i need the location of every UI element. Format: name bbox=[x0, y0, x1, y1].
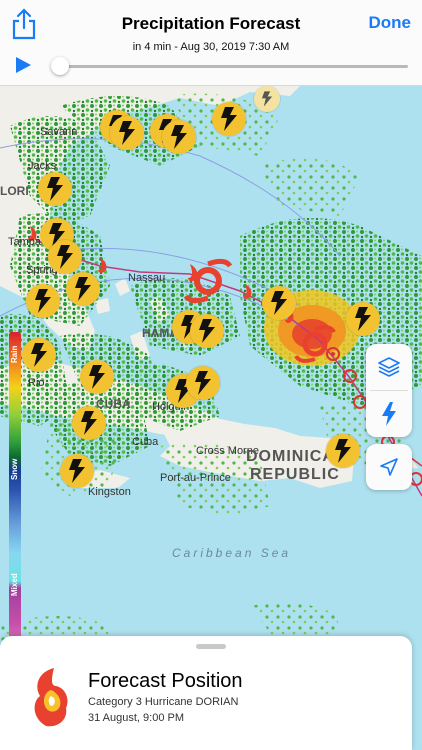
location-arrow-icon bbox=[380, 458, 398, 476]
label-caribbean-sea: Caribbean Sea bbox=[172, 546, 292, 560]
label-nassau: Nassau bbox=[128, 272, 166, 284]
storm-name: Category 3 Hurricane DORIAN bbox=[88, 696, 239, 708]
label-port-au-prince: Port-au-Prince bbox=[160, 472, 231, 484]
label-savannah: Savann bbox=[40, 126, 78, 138]
label-dominican-2: REPUBLIC bbox=[250, 466, 340, 483]
label-rio: Rio bbox=[28, 377, 45, 389]
label-cuba: CUBA bbox=[96, 397, 131, 411]
map-controls bbox=[366, 344, 412, 437]
label-santiago: Cuba bbox=[132, 436, 159, 448]
lightning-marker[interactable] bbox=[262, 286, 296, 320]
top-bar: Precipitation Forecast Done in 4 min - A… bbox=[0, 0, 422, 86]
lightning-marker[interactable] bbox=[110, 116, 144, 150]
precipitation-legend bbox=[9, 332, 21, 678]
label-florida: LORI bbox=[0, 184, 29, 198]
lightning-marker[interactable] bbox=[72, 406, 106, 440]
lightning-marker[interactable] bbox=[66, 272, 100, 306]
lightning-button[interactable] bbox=[366, 391, 412, 437]
lightning-marker[interactable] bbox=[26, 284, 60, 318]
sheet-grabber[interactable] bbox=[196, 644, 226, 649]
forecast-position-sheet[interactable]: Forecast Position Category 3 Hurricane D… bbox=[0, 636, 412, 750]
label-kingston: Kingston bbox=[88, 486, 131, 498]
hurricane-icon bbox=[34, 668, 68, 727]
lightning-marker[interactable] bbox=[326, 434, 360, 468]
lightning-marker[interactable] bbox=[190, 314, 224, 348]
lightning-marker-faded[interactable] bbox=[254, 86, 280, 112]
lightning-marker[interactable] bbox=[162, 120, 196, 154]
layers-icon bbox=[378, 357, 400, 377]
page-title: Precipitation Forecast bbox=[121, 14, 301, 33]
lightning-icon bbox=[382, 402, 396, 426]
label-jacksonville: Jacks bbox=[28, 160, 57, 172]
timeline-slider[interactable] bbox=[56, 65, 408, 68]
label-tampa: Tampa bbox=[8, 236, 42, 248]
forecast-position-time: 31 August, 9:00 PM bbox=[88, 712, 185, 724]
lightning-marker[interactable] bbox=[48, 240, 82, 274]
lightning-marker[interactable] bbox=[186, 366, 220, 400]
play-icon[interactable] bbox=[14, 56, 32, 74]
lightning-marker[interactable] bbox=[80, 360, 114, 394]
sheet-title: Forecast Position bbox=[88, 670, 243, 692]
location-button[interactable] bbox=[366, 444, 412, 490]
done-button[interactable]: Done bbox=[369, 13, 412, 33]
lightning-marker[interactable] bbox=[60, 454, 94, 488]
lightning-marker[interactable] bbox=[212, 102, 246, 136]
layers-button[interactable] bbox=[366, 344, 412, 390]
label-dominican-1: DOMINICA bbox=[246, 448, 335, 465]
lightning-marker[interactable] bbox=[346, 302, 380, 336]
forecast-time: in 4 min - Aug 30, 2019 7:30 AM bbox=[132, 41, 290, 53]
lightning-marker[interactable] bbox=[38, 172, 72, 206]
timeline-knob[interactable] bbox=[51, 57, 69, 75]
lightning-marker[interactable] bbox=[22, 338, 56, 372]
location-control bbox=[366, 444, 412, 490]
legend-rain-label: Rain bbox=[10, 345, 19, 363]
legend-snow-label: Snow bbox=[10, 458, 19, 480]
legend-mixed-label: Mixed bbox=[10, 573, 19, 597]
